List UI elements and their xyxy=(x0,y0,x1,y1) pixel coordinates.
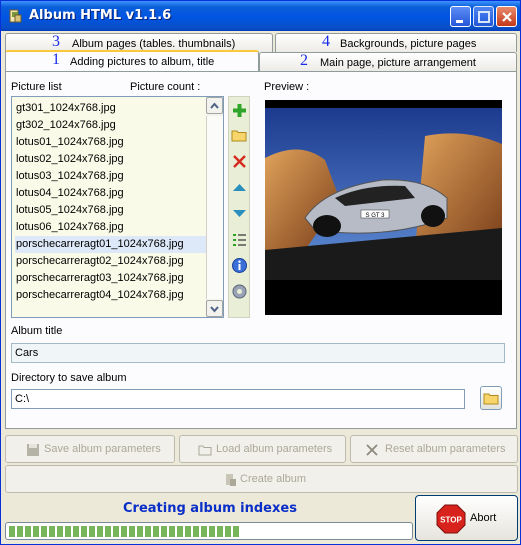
browse-folder-button[interactable] xyxy=(480,386,502,410)
close-button[interactable] xyxy=(496,6,517,27)
list-scrollbar[interactable] xyxy=(206,97,223,317)
tab-label: Backgrounds, picture pages xyxy=(340,38,477,50)
create-album-button[interactable]: Create album xyxy=(5,465,518,493)
abort-button[interactable]: STOP Abort xyxy=(415,495,518,541)
scroll-up-button[interactable] xyxy=(206,97,223,114)
move-up-icon[interactable] xyxy=(231,179,248,196)
directory-label: Directory to save album xyxy=(11,372,127,384)
list-item[interactable]: lotus03_1024x768.jpg xyxy=(15,168,208,185)
minimize-button[interactable] xyxy=(450,6,471,27)
reset-parameters-button[interactable]: Reset album parameters xyxy=(350,435,518,463)
picture-count-label: Picture count : xyxy=(130,81,201,93)
tab-number: 2 xyxy=(300,52,308,69)
app-icon xyxy=(7,8,23,24)
tab-adding-pictures[interactable]: 1 Adding pictures to album, title xyxy=(5,50,259,71)
reset-parameters-label: Reset album parameters xyxy=(385,443,506,455)
list-item[interactable]: porschecarreragt02_1024x768.jpg xyxy=(15,253,208,270)
list-item[interactable]: gt302_1024x768.jpg xyxy=(15,117,208,134)
abort-label: Abort xyxy=(470,512,497,524)
directory-input[interactable]: C:\ xyxy=(11,389,465,409)
title-bar[interactable]: Album HTML v1.1.6 xyxy=(1,1,520,31)
svg-text:STOP: STOP xyxy=(440,516,462,525)
folder-icon xyxy=(483,393,499,405)
tab-backgrounds[interactable]: 4 Backgrounds, picture pages xyxy=(275,33,517,52)
save-parameters-label: Save album parameters xyxy=(44,443,161,455)
open-folder-icon[interactable] xyxy=(231,127,248,144)
tab-strip: 3 Album pages (tables. thumbnails) 4 Bac… xyxy=(5,33,517,73)
license-plate-text: S GT 3 xyxy=(366,213,386,219)
preview-image: S GT 3 xyxy=(265,100,502,315)
list-item[interactable]: porschecarreragt03_1024x768.jpg xyxy=(15,270,208,287)
stop-icon: STOP xyxy=(436,504,466,537)
maximize-button[interactable] xyxy=(473,6,494,27)
scroll-down-button[interactable] xyxy=(206,300,223,317)
list-item[interactable]: porschecarreragt04_1024x768.jpg xyxy=(15,287,208,304)
tab-panel: Picture list Picture count : Preview : g… xyxy=(5,71,517,429)
tab-number: 1 xyxy=(52,51,60,68)
load-parameters-label: Load album parameters xyxy=(216,443,333,455)
list-item[interactable]: lotus01_1024x768.jpg xyxy=(15,134,208,151)
list-item[interactable]: lotus06_1024x768.jpg xyxy=(15,219,208,236)
list-icon[interactable] xyxy=(231,231,248,248)
tab-label: Adding pictures to album, title xyxy=(70,56,215,68)
move-down-icon[interactable] xyxy=(231,205,248,222)
tab-label: Album pages (tables. thumbnails) xyxy=(72,38,236,50)
tab-number: 3 xyxy=(52,33,60,50)
picture-list[interactable]: gt301_1024x768.jpg gt302_1024x768.jpg lo… xyxy=(11,96,224,318)
list-item[interactable]: lotus02_1024x768.jpg xyxy=(15,151,208,168)
app-window: Album HTML v1.1.6 3 Album pages (tables.… xyxy=(0,0,521,545)
delete-icon[interactable] xyxy=(231,153,248,170)
folder-icon xyxy=(198,443,212,457)
create-album-label: Create album xyxy=(240,473,307,485)
info-icon[interactable] xyxy=(231,257,248,274)
scroll-track[interactable] xyxy=(206,116,223,299)
save-icon xyxy=(26,443,40,457)
load-parameters-button[interactable]: Load album parameters xyxy=(179,435,346,463)
list-item[interactable]: lotus04_1024x768.jpg xyxy=(15,185,208,202)
tab-number: 4 xyxy=(322,33,330,50)
list-item[interactable]: gt301_1024x768.jpg xyxy=(15,100,208,117)
tab-main-page[interactable]: 2 Main page, picture arrangement xyxy=(259,52,517,71)
window-title: Album HTML v1.1.6 xyxy=(29,8,172,23)
album-title-input[interactable]: Cars xyxy=(11,343,505,363)
tab-label: Main page, picture arrangement xyxy=(320,57,476,69)
list-item[interactable]: lotus05_1024x768.jpg xyxy=(15,202,208,219)
add-icon[interactable] xyxy=(231,102,248,119)
picture-list-label: Picture list xyxy=(11,81,62,93)
preview-label: Preview : xyxy=(264,81,310,93)
close-icon xyxy=(365,443,379,457)
album-title-label: Album title xyxy=(11,325,63,337)
progress-bar xyxy=(5,522,413,540)
list-toolbar xyxy=(228,96,250,318)
list-item-selected[interactable]: porschecarreragt01_1024x768.jpg xyxy=(15,236,208,253)
settings-icon[interactable] xyxy=(231,283,248,300)
save-parameters-button[interactable]: Save album parameters xyxy=(5,435,175,463)
status-text: Creating album indexes xyxy=(123,501,297,516)
create-album-icon xyxy=(224,473,238,487)
progress-fill xyxy=(9,526,241,537)
